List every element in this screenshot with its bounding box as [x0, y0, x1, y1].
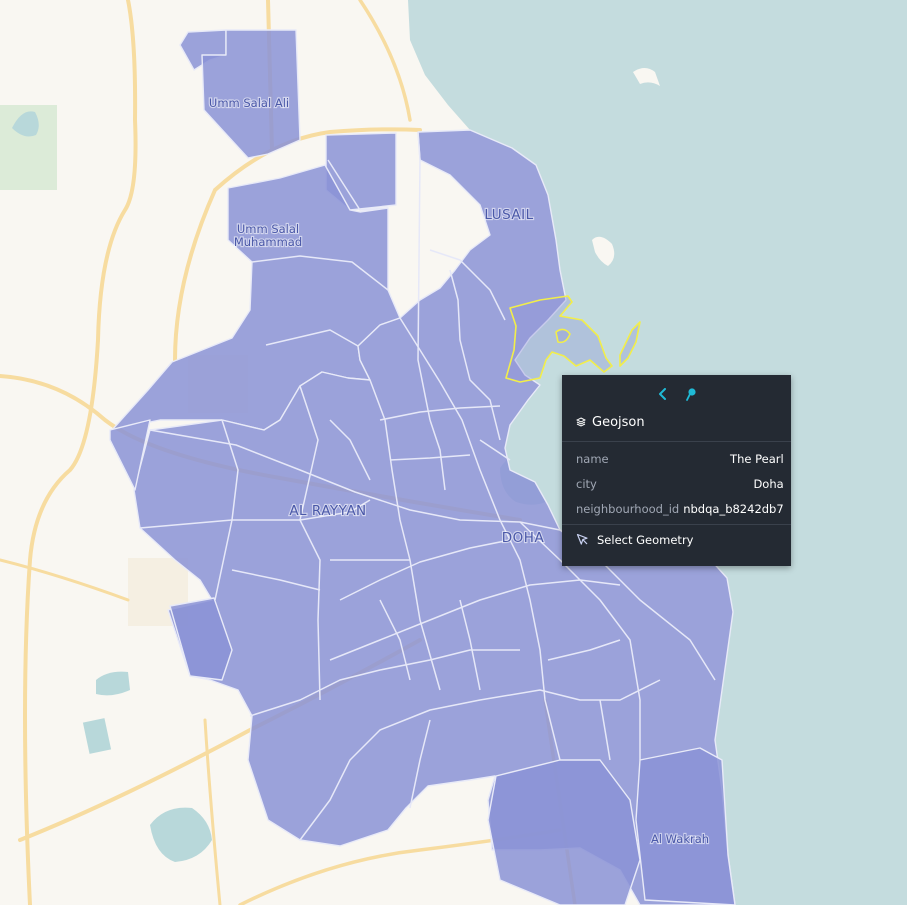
popup-property-row: city Doha: [562, 472, 798, 497]
feature-info-popup: Geojson name The Pearl city Doha neighbo…: [562, 375, 791, 566]
popup-property-row: name The Pearl: [562, 447, 798, 472]
pin-icon[interactable]: [684, 387, 698, 401]
property-key: name: [576, 452, 609, 466]
place-label-umm-salal-ali: Umm Salal Ali: [209, 96, 289, 110]
popup-layer-name: Geojson: [592, 414, 645, 430]
place-label-umm-salal-muhammad-line2: Muhammad: [234, 235, 302, 249]
layers-icon: [576, 417, 586, 427]
popup-properties-table: name The Pearl city Doha neighbourhood_i…: [562, 447, 798, 522]
select-geometry-label: Select Geometry: [597, 533, 694, 547]
property-value: The Pearl: [730, 452, 784, 466]
chevron-left-icon[interactable]: [656, 387, 670, 401]
popup-divider: [562, 441, 791, 442]
select-geometry-button[interactable]: Select Geometry: [562, 524, 791, 555]
property-value: nbdqa_b8242db7: [683, 502, 784, 516]
place-label-al-wakrah: Al Wakrah: [651, 832, 709, 846]
property-value: Doha: [753, 477, 784, 491]
property-key: city: [576, 477, 597, 491]
place-label-al-rayyan: AL RAYYAN: [289, 503, 366, 519]
cursor-arrow-icon: [576, 533, 590, 547]
place-label-umm-salal-muhammad: Umm Salal: [237, 222, 299, 236]
place-label-doha: DOHA: [502, 530, 545, 546]
popup-property-row: neighbourhood_id nbdqa_b8242db7: [562, 497, 798, 522]
property-key: neighbourhood_id: [576, 502, 680, 516]
popup-nav: [562, 375, 791, 411]
popup-layer-row: Geojson: [562, 411, 791, 433]
place-label-lusail: LUSAIL: [484, 207, 533, 223]
